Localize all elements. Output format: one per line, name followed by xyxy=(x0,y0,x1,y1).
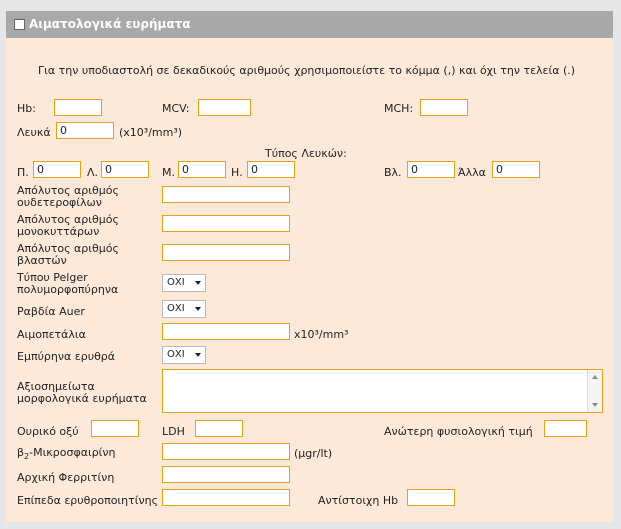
b2m-label-rest: -Μικροσφαιρίνη xyxy=(29,446,116,459)
pelger-select[interactable]: ΟΧΙ xyxy=(162,274,206,292)
uric-input[interactable] xyxy=(91,420,139,437)
auer-selected: ΟΧΙ xyxy=(167,303,185,314)
wbc-type-title: Τύπος Λευκών: xyxy=(265,147,347,160)
vl-label: Βλ. xyxy=(384,166,402,179)
mch-label: MCH: xyxy=(384,102,414,115)
mch-input[interactable] xyxy=(420,99,468,116)
uric-label: Ουρικό οξύ xyxy=(17,425,79,438)
auer-label: Ραβδία Auer xyxy=(17,305,85,318)
abs-mono-input[interactable] xyxy=(162,215,290,232)
nrbc-label: Εμπύρηνα ερυθρά xyxy=(17,350,116,363)
ldh-label: LDH xyxy=(162,425,185,438)
mcv-label: MCV: xyxy=(162,102,190,115)
plt-label: Αιμοπετάλια xyxy=(17,328,86,341)
abs-blasts-label: Απόλυτος αριθμός βλαστών xyxy=(17,242,119,267)
auer-select[interactable]: ΟΧΙ xyxy=(162,300,206,318)
b2m-label-main: β xyxy=(17,446,25,459)
nrbc-selected: ΟΧΙ xyxy=(167,349,185,360)
chevron-down-icon xyxy=(195,307,201,311)
wbc-input[interactable] xyxy=(56,122,114,139)
plt-unit: x10³/mm³ xyxy=(294,328,349,341)
vl-input[interactable] xyxy=(407,161,455,178)
collapse-checkbox[interactable] xyxy=(14,19,25,30)
epo-input[interactable] xyxy=(162,489,290,506)
l-input[interactable] xyxy=(101,161,149,178)
l-label: Λ. xyxy=(87,166,99,179)
plt-input[interactable] xyxy=(162,323,290,340)
hb-corr-input[interactable] xyxy=(407,489,455,506)
wbc-unit: (x10³/mm³) xyxy=(119,126,183,139)
ldh-input[interactable] xyxy=(195,420,243,437)
epo-label: Επίπεδα ερυθροποιητίνης xyxy=(17,494,159,507)
h-input[interactable] xyxy=(247,161,295,178)
hb-corr-label: Αντίστοιχη Hb xyxy=(318,494,399,507)
section-header[interactable]: Αιματολογικά ευρήματα xyxy=(6,11,613,38)
other-label: Άλλα xyxy=(458,166,486,179)
hb-input[interactable] xyxy=(54,99,102,116)
section-title: Αιματολογικά ευρήματα xyxy=(29,17,191,31)
pelger-selected: ΟΧΙ xyxy=(167,277,185,288)
upper-norm-input[interactable] xyxy=(544,420,587,437)
chevron-down-icon xyxy=(195,353,201,357)
morph-label: Αξιοσημείωτα μορφολογικά ευρήματα xyxy=(17,380,147,405)
m-input[interactable] xyxy=(178,161,226,178)
chevron-down-icon xyxy=(195,281,201,285)
nrbc-select[interactable]: ΟΧΙ xyxy=(162,346,206,364)
upper-norm-label: Ανώτερη φυσιολογική τιμή xyxy=(384,425,533,438)
p-label: Π. xyxy=(17,166,29,179)
morph-textarea[interactable] xyxy=(162,369,603,413)
h-label: Η. xyxy=(231,166,243,179)
b2m-input[interactable] xyxy=(162,443,290,460)
abs-mono-label: Απόλυτος αριθμός μονοκυττάρων xyxy=(17,213,119,238)
abs-neutro-label: Απόλυτος αριθμός ουδετεροφίλων xyxy=(17,184,119,209)
mcv-input[interactable] xyxy=(198,99,251,116)
decimal-note: Για την υποδιαστολή σε δεκαδικούς αριθμο… xyxy=(38,64,576,77)
ferritin-input[interactable] xyxy=(162,466,290,483)
abs-blasts-input[interactable] xyxy=(162,244,290,261)
other-input[interactable] xyxy=(492,161,540,178)
b2m-unit: (μgr/lt) xyxy=(294,447,333,460)
p-input[interactable] xyxy=(33,161,81,178)
b2m-label: β2-Μικροσφαιρίνη xyxy=(17,446,116,461)
pelger-label: Τύπου Pelger πολυμορφοπύρηνα xyxy=(17,271,119,296)
ferritin-label: Αρχική Φερριτίνη xyxy=(17,471,115,484)
scroll-down-icon[interactable] xyxy=(592,403,598,407)
m-label: Μ. xyxy=(162,166,175,179)
abs-neutro-input[interactable] xyxy=(162,186,290,203)
scroll-up-icon[interactable] xyxy=(592,375,598,379)
wbc-label: Λευκά xyxy=(17,126,51,139)
textarea-scrollbar[interactable] xyxy=(587,370,602,412)
hb-label: Hb: xyxy=(17,102,36,115)
